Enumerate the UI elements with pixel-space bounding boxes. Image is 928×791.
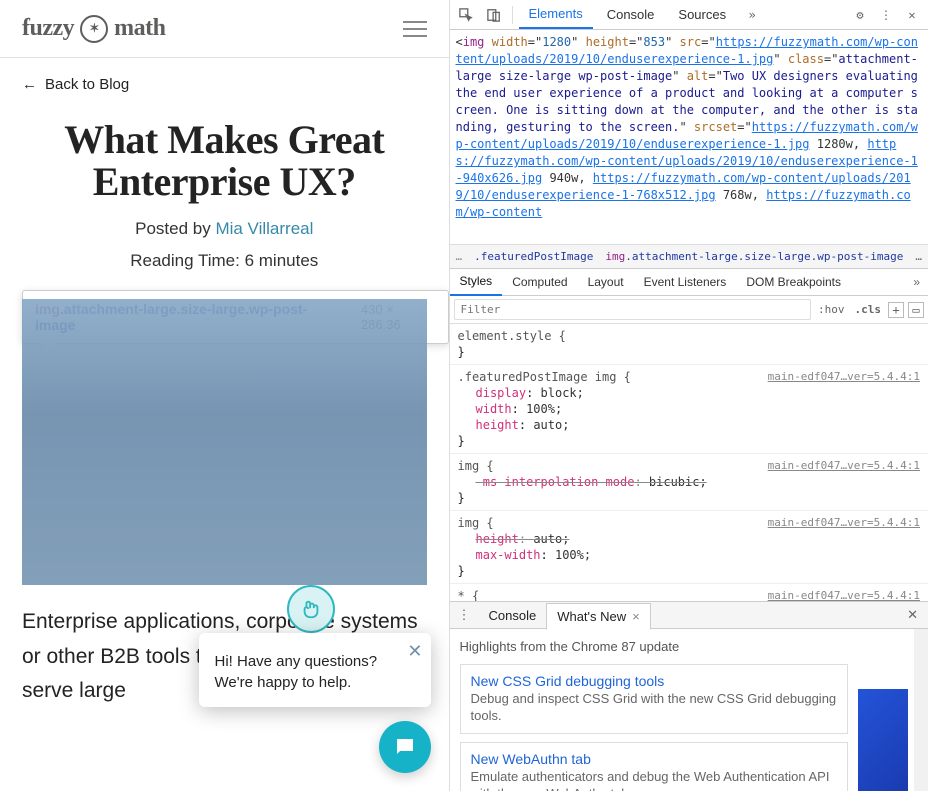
menu-icon[interactable] (403, 21, 427, 37)
whatsnew-panel: Highlights from the Chrome 87 update New… (450, 629, 928, 791)
drawer-tab-whatsnew[interactable]: What's New× (546, 603, 651, 630)
site-header: fuzzy ✶ math (0, 0, 449, 58)
logo-text-1: fuzzy (22, 15, 74, 42)
inspect-icon[interactable] (454, 3, 478, 27)
whatsnew-card[interactable]: New CSS Grid debugging toolsDebug and in… (460, 664, 849, 734)
style-rule[interactable]: element.style {} (450, 324, 928, 365)
box-model-toggle[interactable]: ▭ (908, 302, 924, 318)
kebab-icon[interactable]: ⋮ (874, 3, 898, 27)
back-link-label: Back to Blog (45, 76, 129, 93)
tab-console[interactable]: Console (597, 1, 665, 28)
close-icon[interactable]: ✕ (407, 639, 422, 664)
close-icon[interactable]: × (632, 609, 640, 624)
subtab-computed[interactable]: Computed (502, 269, 577, 295)
devtools-panel: Elements Console Sources » ⚙ ⋮ ✕ <img wi… (450, 0, 928, 791)
chat-popup[interactable]: ✕ Hi! Have any questions? We're happy to… (199, 633, 431, 707)
site-logo[interactable]: fuzzy ✶ math (22, 15, 166, 43)
featured-post-image[interactable] (22, 299, 427, 585)
back-to-blog-link[interactable]: ← Back to Blog (0, 58, 449, 101)
styles-pane[interactable]: element.style {}.featuredPostImage img {… (450, 324, 928, 601)
device-toggle-icon[interactable] (482, 3, 506, 27)
style-rule[interactable]: * {main-edf047…ver=5.4.4:1margin: ▸0;} (450, 584, 928, 601)
drawer-tabs: ⋮ Console What's New× ✕ (450, 601, 928, 629)
devtools-toolbar: Elements Console Sources » ⚙ ⋮ ✕ (450, 0, 928, 30)
byline-prefix: Posted by (135, 219, 215, 238)
arrow-left-icon: ← (22, 76, 37, 93)
breadcrumb[interactable]: … .featuredPostImage img.attachment-larg… (450, 244, 928, 268)
crumb-ellipsis: … (456, 250, 463, 263)
styles-filter-bar: :hov .cls + ▭ (450, 296, 928, 324)
subtab-more-icon[interactable]: » (905, 275, 928, 289)
new-rule-button[interactable]: + (888, 302, 904, 318)
elements-html-tree[interactable]: <img width="1280" height="853" src="http… (450, 30, 928, 244)
author-link[interactable]: Mia Villarreal (215, 219, 313, 238)
website-pane: fuzzy ✶ math ← Back to Blog What Makes G… (0, 0, 450, 791)
whatsnew-card[interactable]: New WebAuthn tabEmulate authenticators a… (460, 742, 849, 791)
subtab-layout[interactable]: Layout (578, 269, 634, 295)
scrollbar[interactable] (914, 629, 928, 791)
style-rule[interactable]: .featuredPostImage img {main-edf047…ver=… (450, 365, 928, 454)
close-icon[interactable]: ✕ (900, 3, 924, 27)
style-rule[interactable]: img {main-edf047…ver=5.4.4:1height: auto… (450, 511, 928, 584)
styles-filter-input[interactable] (454, 299, 812, 320)
subtab-styles[interactable]: Styles (450, 268, 503, 296)
style-rule[interactable]: img {main-edf047…ver=5.4.4:1-ms-interpol… (450, 454, 928, 511)
logo-text-2: math (114, 15, 165, 42)
crumb-parent[interactable]: .featuredPostImage (474, 250, 593, 263)
reading-time: Reading Time: 6 minutes (0, 245, 449, 289)
styles-tabs: Styles Computed Layout Event Listeners D… (450, 268, 928, 296)
tab-elements[interactable]: Elements (519, 0, 593, 29)
page-title: What Makes Great Enterprise UX? (0, 101, 449, 213)
whatsnew-graphic (858, 689, 908, 791)
drawer-menu-icon[interactable]: ⋮ (450, 607, 479, 623)
byline: Posted by Mia Villarreal (0, 213, 449, 245)
crumb-current[interactable]: img.attachment-large.size-large.wp-post-… (605, 250, 903, 263)
cls-toggle[interactable]: .cls (852, 303, 885, 316)
tab-sources[interactable]: Sources (668, 1, 736, 28)
badge-icon[interactable] (287, 585, 335, 633)
whatsnew-headline: Highlights from the Chrome 87 update (460, 637, 849, 664)
more-tabs-icon[interactable]: » (740, 3, 764, 27)
gear-icon[interactable]: ⚙ (848, 3, 872, 27)
subtab-event-listeners[interactable]: Event Listeners (634, 269, 737, 295)
crumb-more[interactable]: … (915, 250, 922, 263)
chat-launcher-button[interactable] (379, 721, 431, 773)
drawer-close-icon[interactable]: ✕ (897, 607, 928, 623)
logo-icon: ✶ (80, 15, 108, 43)
drawer-tab-console[interactable]: Console (479, 603, 547, 628)
subtab-dom-breakpoints[interactable]: DOM Breakpoints (736, 269, 851, 295)
hov-toggle[interactable]: :hov (815, 303, 848, 316)
chat-popup-text: Hi! Have any questions? We're happy to h… (215, 653, 378, 691)
